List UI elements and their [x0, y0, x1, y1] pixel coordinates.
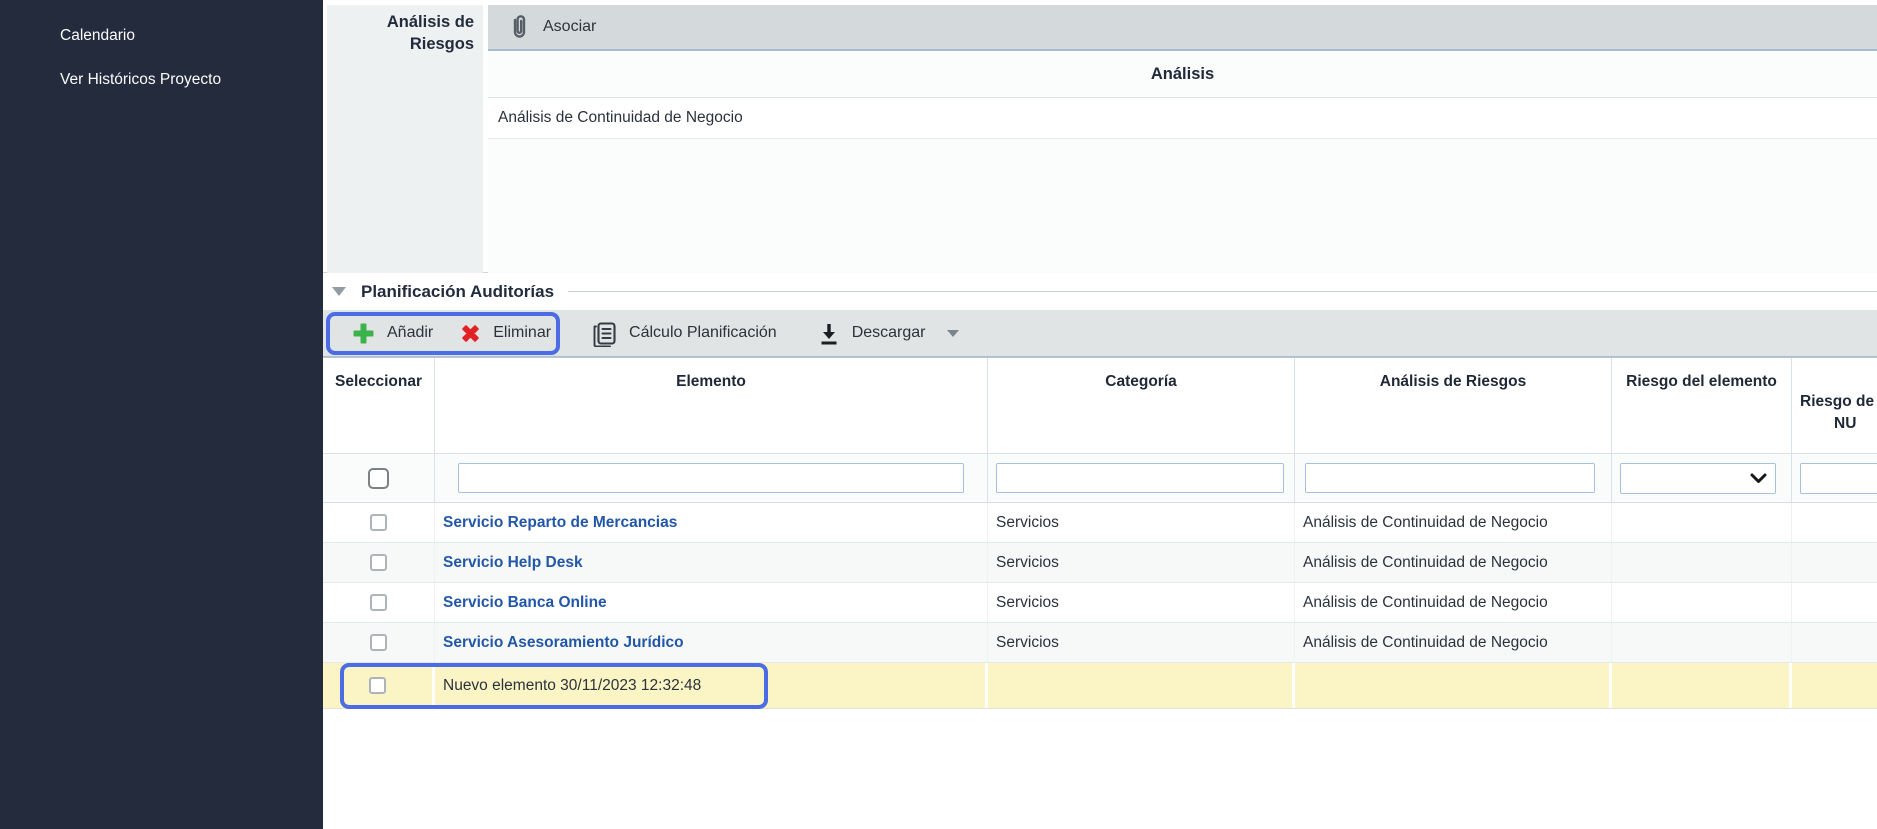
row-checkbox[interactable] [369, 677, 386, 694]
cell-categoria [988, 663, 1295, 708]
new-element-label: Nuevo elemento 30/11/2023 12:32:48 [435, 663, 988, 708]
table-row: Servicio Reparto de Mercancias Servicios… [323, 503, 1877, 543]
planning-table: Seleccionar Elemento Categoría Análisis … [323, 357, 1877, 709]
column-header-elemento: Elemento [435, 358, 988, 453]
element-link[interactable]: Servicio Banca Online [443, 594, 607, 612]
sidebar: Calendario Ver Históricos Proyecto [0, 0, 323, 829]
risk-analysis-table: Asociar Análisis Análisis de Continuidad… [488, 5, 1877, 273]
cell-categoria: Servicios [988, 623, 1295, 662]
cell-analisis: Análisis de Continuidad de Negocio [1295, 583, 1612, 622]
planning-audits-section: Planificación Auditorías Añadir [323, 273, 1877, 709]
app-root: Calendario Ver Históricos Proyecto Análi… [0, 0, 1877, 829]
triangle-down-icon[interactable] [332, 287, 346, 296]
table-row: Servicio Banca Online Servicios Análisis… [323, 583, 1877, 623]
risk-analysis-field-label: Análisis de Riesgos [327, 5, 483, 273]
calculo-planificacion-button[interactable]: Cálculo Planificación [585, 316, 783, 351]
descargar-button[interactable]: Descargar [811, 317, 965, 350]
filter-input-analisis-de-riesgos[interactable] [1305, 463, 1595, 493]
table-row: Servicio Help Desk Servicios Análisis de… [323, 543, 1877, 583]
cell-analisis: Análisis de Continuidad de Negocio [1295, 543, 1612, 582]
cell-analisis: Análisis de Continuidad de Negocio [1295, 503, 1612, 542]
eliminar-label: Eliminar [493, 324, 551, 342]
download-arrow-icon [817, 321, 841, 346]
filter-input-categoria[interactable] [996, 463, 1284, 493]
section-title-row: Planificación Auditorías [323, 273, 1877, 310]
analysis-column-header: Análisis [488, 51, 1877, 98]
element-link[interactable]: Servicio Help Desk [443, 554, 583, 572]
section-title: Planificación Auditorías [361, 282, 554, 302]
asociar-toolbar: Asociar [488, 5, 1877, 51]
cell-analisis: Análisis de Continuidad de Negocio [1295, 623, 1612, 662]
cell-categoria: Servicios [988, 543, 1295, 582]
caret-down-icon [947, 330, 959, 337]
planning-toolbar: Añadir Eliminar [323, 310, 1877, 357]
select-all-checkbox[interactable] [368, 468, 389, 489]
cell-analisis [1295, 663, 1612, 708]
risk-label-line1: Análisis de [327, 12, 474, 34]
chevron-down-icon [1750, 473, 1767, 484]
main-content: Análisis de Riesgos Asociar Análisis [323, 0, 1877, 829]
paperclip-icon [510, 14, 529, 41]
title-rule-line [568, 291, 1877, 292]
sidebar-item-ver-historicos-proyecto[interactable]: Ver Históricos Proyecto [0, 58, 323, 102]
table-header-row: Seleccionar Elemento Categoría Análisis … [323, 357, 1877, 453]
row-checkbox[interactable] [370, 634, 387, 651]
risk-label-line2: Riesgos [327, 34, 474, 56]
analysis-table-row[interactable]: Análisis de Continuidad de Negocio [488, 98, 1877, 139]
sidebar-item-calendario[interactable]: Calendario [0, 14, 323, 58]
table-row: Servicio Asesoramiento Jurídico Servicio… [323, 623, 1877, 663]
element-link[interactable]: Servicio Asesoramiento Jurídico [443, 634, 684, 652]
descargar-label: Descargar [852, 324, 926, 342]
anadir-label: Añadir [387, 324, 433, 342]
row-checkbox[interactable] [370, 594, 387, 611]
column-header-analisis-de-riesgos: Análisis de Riesgos [1295, 358, 1612, 453]
table-filter-row [323, 453, 1877, 503]
row-checkbox[interactable] [370, 514, 387, 531]
element-link[interactable]: Servicio Reparto de Mercancias [443, 514, 677, 532]
row-checkbox[interactable] [370, 554, 387, 571]
calculo-planificacion-label: Cálculo Planificación [629, 324, 777, 342]
asociar-button[interactable]: Asociar [500, 10, 606, 45]
filter-select-riesgo-del-elemento[interactable] [1620, 463, 1776, 494]
filter-select-riesgo-de-nu[interactable] [1800, 463, 1877, 494]
column-header-seleccionar: Seleccionar [323, 358, 435, 453]
cell-categoria: Servicios [988, 583, 1295, 622]
risk-analysis-section: Análisis de Riesgos Asociar Análisis [323, 0, 1877, 273]
asociar-label: Asociar [543, 18, 596, 36]
eliminar-button[interactable]: Eliminar [453, 318, 557, 349]
column-header-riesgo-de-nu: Riesgo de NU [1792, 358, 1877, 453]
filter-input-elemento[interactable] [458, 463, 964, 493]
x-cross-icon [459, 322, 482, 345]
document-lines-icon [591, 320, 618, 347]
table-row-new-element: Nuevo elemento 30/11/2023 12:32:48 [323, 663, 1877, 709]
plus-icon [351, 321, 376, 346]
column-header-categoria: Categoría [988, 358, 1295, 453]
column-header-riesgo-del-elemento: Riesgo del elemento [1612, 358, 1792, 453]
cell-categoria: Servicios [988, 503, 1295, 542]
anadir-button[interactable]: Añadir [345, 317, 439, 350]
